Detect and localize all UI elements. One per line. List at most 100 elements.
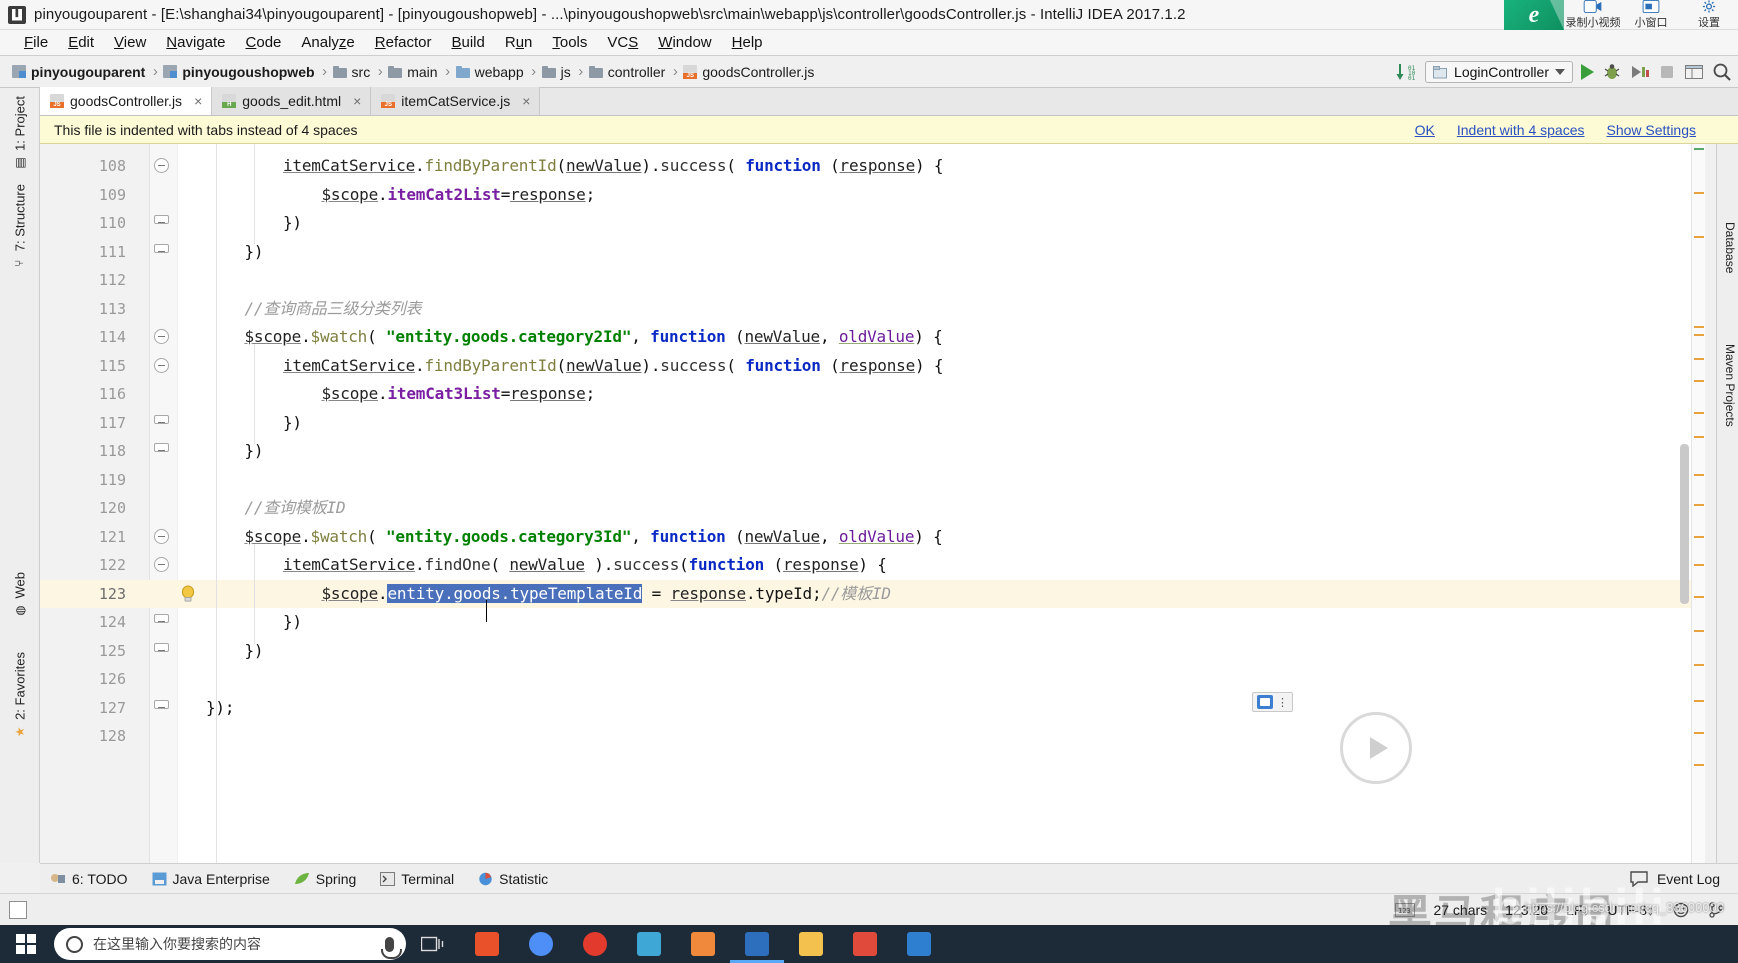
- code-line[interactable]: 112: [40, 266, 1705, 295]
- breadcrumb-item-webapp[interactable]: webapp: [455, 64, 526, 80]
- app-pdf-icon[interactable]: [838, 925, 892, 963]
- editor-tab-goods-edit[interactable]: goods_edit.html ×: [212, 87, 372, 115]
- bottom-tab-terminal[interactable]: Terminal: [380, 871, 454, 887]
- code-line[interactable]: 116 $scope.itemCat3List=response;: [40, 380, 1705, 409]
- breadcrumb-item-main[interactable]: main: [388, 64, 439, 80]
- code-line[interactable]: 126: [40, 665, 1705, 694]
- menu-edit[interactable]: Edit: [58, 34, 104, 51]
- menu-code[interactable]: Code: [236, 34, 292, 51]
- menu-window[interactable]: Window: [648, 34, 721, 51]
- editor-scrollbar-thumb[interactable]: [1680, 444, 1689, 604]
- code-line[interactable]: 114 $scope.$watch( "entity.goods.category…: [40, 323, 1705, 352]
- edge-browser-icon[interactable]: e: [1504, 0, 1564, 30]
- read-only-lock-icon[interactable]: 123: [1395, 902, 1416, 917]
- editor-tab-itemcatservice[interactable]: itemCatService.js ×: [371, 87, 541, 115]
- code-fold-marker[interactable]: [154, 614, 169, 624]
- menu-build[interactable]: Build: [441, 34, 494, 51]
- download-binary-icon[interactable]: 01 10 01: [1396, 63, 1417, 81]
- app-blue-bird-icon[interactable]: [892, 925, 946, 963]
- menu-navigate[interactable]: Navigate: [156, 34, 235, 51]
- chevron-more-icon[interactable]: ⋮: [1277, 696, 1288, 709]
- code-line[interactable]: 118}): [40, 437, 1705, 466]
- code-line[interactable]: 109 $scope.itemCat2List=response;: [40, 181, 1705, 210]
- settings-gear-icon[interactable]: 设置: [1680, 0, 1738, 30]
- code-fold-marker[interactable]: [154, 215, 169, 225]
- notification-indent-link[interactable]: Indent with 4 spaces: [1457, 122, 1585, 138]
- breadcrumb-item-pinyougoushopweb[interactable]: pinyougoushopweb: [163, 64, 316, 80]
- ui-designer-icon[interactable]: [1684, 63, 1704, 81]
- inspection-widget-icon[interactable]: [1257, 695, 1273, 709]
- code-line[interactable]: 111}): [40, 238, 1705, 267]
- editor-floating-toolbar[interactable]: ⋮: [1252, 692, 1293, 712]
- status-bar-toggle[interactable]: [0, 900, 36, 919]
- chevron-down-icon[interactable]: [1555, 69, 1565, 75]
- code-line[interactable]: 113 //查询商品三级分类列表: [40, 295, 1705, 324]
- intention-bulb-icon[interactable]: [178, 584, 198, 604]
- task-view-icon[interactable]: [406, 925, 460, 963]
- app-folder-icon[interactable]: [784, 925, 838, 963]
- run-with-coverage-icon[interactable]: [1630, 63, 1650, 81]
- close-icon[interactable]: ×: [353, 93, 361, 109]
- code-line[interactable]: 125}): [40, 637, 1705, 666]
- bottom-tab-statistic[interactable]: Statistic: [478, 871, 548, 887]
- menu-refactor[interactable]: Refactor: [365, 34, 442, 51]
- stop-icon[interactable]: [1658, 63, 1676, 81]
- code-line[interactable]: 123 $scope. entity.goods.typeTemplateId = …: [40, 579, 1705, 608]
- code-fold-marker[interactable]: [154, 329, 169, 345]
- menu-vcs[interactable]: VCS: [597, 34, 648, 51]
- breadcrumb-item-pinyougouparent[interactable]: pinyougouparent: [12, 64, 147, 80]
- bottom-tab-todo[interactable]: 6: TODO: [50, 871, 128, 887]
- menu-file[interactable]: File: [14, 34, 58, 51]
- notification-ok-link[interactable]: OK: [1415, 122, 1435, 138]
- code-line[interactable]: 117}): [40, 409, 1705, 438]
- toggle-toolwindows-icon[interactable]: [9, 900, 27, 919]
- editor-tab-goodscontroller[interactable]: goodsController.js ×: [40, 87, 213, 115]
- sidebar-item-project[interactable]: ▤ 1: Project: [2, 92, 38, 174]
- code-fold-marker[interactable]: [154, 158, 169, 174]
- code-line[interactable]: 122 itemCatService.findOne( newValue ).su…: [40, 551, 1705, 580]
- notification-settings-link[interactable]: Show Settings: [1607, 122, 1697, 138]
- app-chrome-icon[interactable]: [514, 925, 568, 963]
- app-orange-square-icon[interactable]: [676, 925, 730, 963]
- app-browser-red-icon[interactable]: [568, 925, 622, 963]
- bottom-tab-java-enterprise[interactable]: Java Enterprise: [152, 871, 270, 887]
- app-wps-icon[interactable]: [460, 925, 514, 963]
- code-fold-marker[interactable]: [154, 357, 169, 373]
- code-line[interactable]: 110}): [40, 209, 1705, 238]
- code-line[interactable]: 115 itemCatService.findByParentId(newValu…: [40, 352, 1705, 381]
- record-video-icon[interactable]: 录制小视频: [1564, 0, 1622, 30]
- close-icon[interactable]: ×: [522, 93, 530, 109]
- run-icon[interactable]: [1581, 64, 1594, 80]
- search-everywhere-icon[interactable]: [1712, 62, 1732, 82]
- code-fold-marker[interactable]: [154, 414, 169, 424]
- code-line[interactable]: 128: [40, 722, 1705, 751]
- debug-icon[interactable]: [1602, 63, 1622, 81]
- windows-start-icon[interactable]: [0, 925, 52, 963]
- breadcrumb-item-js[interactable]: js: [541, 64, 573, 80]
- app-editor-icon[interactable]: [622, 925, 676, 963]
- breadcrumb-item-goodscontroller-js[interactable]: goodsController.js: [683, 64, 816, 80]
- taskbar-search-input[interactable]: 在这里输入你要搜索的内容: [54, 928, 406, 960]
- code-fold-marker[interactable]: [154, 699, 169, 709]
- code-fold-marker[interactable]: [154, 443, 169, 453]
- code-line[interactable]: 127});: [40, 694, 1705, 723]
- sidebar-item-database[interactable]: Database: [1717, 218, 1737, 277]
- code-line[interactable]: 119: [40, 466, 1705, 495]
- menu-run[interactable]: Run: [495, 34, 543, 51]
- code-editor[interactable]: 108 itemCatService.findByParentId(newValu…: [40, 144, 1705, 863]
- breadcrumb-item-controller[interactable]: controller: [588, 64, 668, 80]
- code-line[interactable]: 124}): [40, 608, 1705, 637]
- sidebar-item-favorites[interactable]: ★ 2: Favorites: [2, 648, 38, 743]
- menu-tools[interactable]: Tools: [542, 34, 597, 51]
- code-fold-marker[interactable]: [154, 557, 169, 573]
- menu-view[interactable]: View: [104, 34, 156, 51]
- app-intellij-icon[interactable]: [730, 925, 784, 963]
- sidebar-item-maven[interactable]: Maven Projects: [1717, 340, 1737, 431]
- code-fold-marker[interactable]: [154, 528, 169, 544]
- sidebar-item-structure[interactable]: ⑂ 7: Structure: [2, 180, 38, 272]
- code-line[interactable]: 120 //查询模板ID: [40, 494, 1705, 523]
- code-line[interactable]: 121 $scope.$watch( "entity.goods.category…: [40, 523, 1705, 552]
- microphone-icon[interactable]: [381, 936, 402, 959]
- close-icon[interactable]: ×: [194, 93, 202, 109]
- editor-error-stripe[interactable]: [1691, 144, 1705, 863]
